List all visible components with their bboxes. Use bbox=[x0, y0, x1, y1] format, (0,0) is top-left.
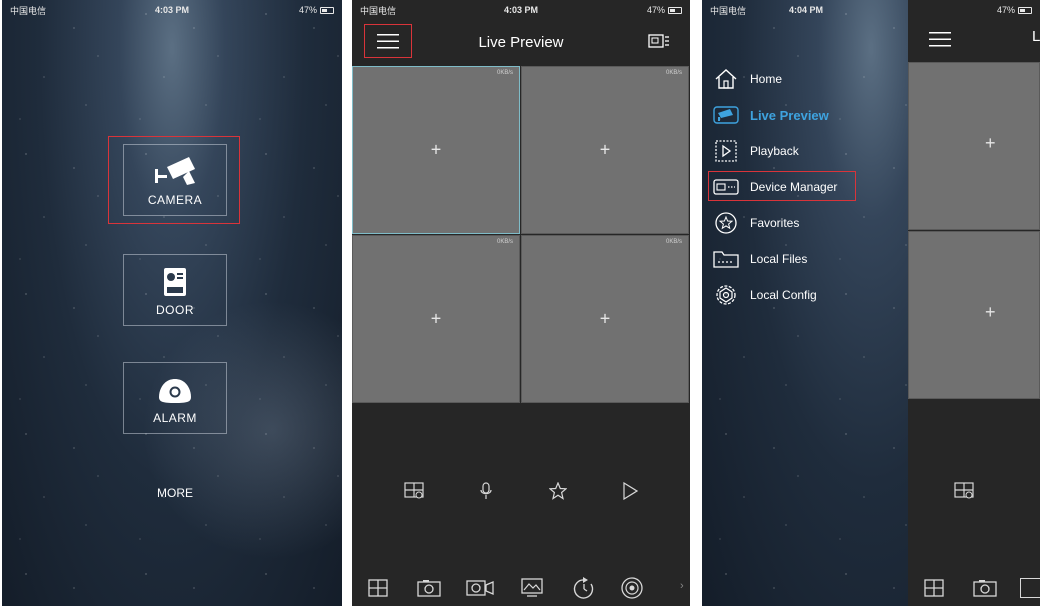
door-icon bbox=[164, 268, 186, 296]
playback-icon bbox=[715, 140, 737, 162]
talk-button[interactable] bbox=[472, 478, 500, 504]
battery-icon bbox=[320, 6, 334, 14]
side-menu-item-label: Home bbox=[750, 72, 783, 86]
status-bar: 中国电信 4:04 PM 47% bbox=[702, 0, 1040, 20]
snapshot-icon bbox=[973, 580, 997, 597]
clock: 4:03 PM bbox=[154, 5, 189, 15]
record-icon bbox=[466, 580, 494, 596]
side-menu-item-live-preview[interactable]: Live Preview bbox=[712, 102, 829, 128]
star-icon bbox=[549, 482, 567, 500]
snapshot-button[interactable] bbox=[414, 576, 444, 600]
live-preview-screen: 中国电信 4:03 PM 47% Live Preview 0KB/s + 0K… bbox=[352, 0, 690, 606]
bitrate-label: 0KB/s bbox=[496, 70, 513, 76]
record-icon[interactable] bbox=[1020, 578, 1040, 598]
page-title: Live Preview bbox=[478, 33, 564, 51]
side-menu-item-label: Playback bbox=[750, 144, 799, 158]
clock: 4:04 PM bbox=[788, 5, 823, 15]
camera-label: CAMERA bbox=[147, 193, 203, 207]
window-split-icon bbox=[404, 482, 424, 499]
home-screen: 中国电信 4:03 PM 47% CAMERA DOOR ALARM MORE bbox=[2, 0, 342, 606]
bitrate-label: 0KB/s bbox=[665, 239, 682, 245]
window-split-button[interactable] bbox=[400, 478, 428, 504]
playback-clock-button[interactable] bbox=[570, 574, 598, 602]
local-config-icon bbox=[716, 285, 736, 305]
device-manager-icon bbox=[713, 179, 739, 195]
bitrate-label: 0KB/s bbox=[665, 70, 682, 76]
add-icon[interactable]: + bbox=[600, 140, 611, 161]
split-screen-icon bbox=[924, 579, 944, 597]
side-menu-item-label: Favorites bbox=[750, 216, 800, 230]
side-menu-item-label: Local Files bbox=[750, 252, 808, 266]
video-window-2[interactable]: 0KB/s + bbox=[521, 66, 689, 234]
home-icon bbox=[715, 69, 737, 89]
battery-icon bbox=[1018, 6, 1032, 14]
add-icon[interactable]: + bbox=[985, 302, 996, 323]
add-icon[interactable]: + bbox=[431, 140, 442, 161]
window-split-icon bbox=[954, 482, 974, 499]
battery-percent: 47% bbox=[996, 5, 1015, 15]
microphone-icon bbox=[480, 482, 492, 499]
side-menu-item-label: Live Preview bbox=[750, 107, 829, 123]
more-button[interactable]: MORE bbox=[123, 486, 227, 500]
side-menu-item-device-manager[interactable]: Device Manager bbox=[712, 174, 837, 200]
window-split-button[interactable] bbox=[950, 478, 978, 504]
live-preview-icon bbox=[713, 106, 739, 124]
hamburger-icon bbox=[377, 34, 399, 49]
fisheye-icon bbox=[621, 577, 643, 599]
split-screen-button[interactable] bbox=[920, 576, 948, 600]
side-menu-item-home[interactable]: Home bbox=[712, 66, 782, 92]
video-device-icon bbox=[648, 34, 669, 48]
door-label: DOOR bbox=[156, 303, 194, 317]
page-title: L bbox=[1032, 28, 1040, 45]
split-screen-button[interactable] bbox=[364, 576, 392, 600]
fisheye-button[interactable] bbox=[618, 574, 646, 602]
record-button[interactable] bbox=[464, 576, 496, 600]
local-files-icon bbox=[713, 251, 739, 268]
video-window-1[interactable]: 0KB/s + bbox=[352, 66, 520, 234]
door-button[interactable]: DOOR bbox=[123, 254, 227, 326]
split-screen-icon bbox=[368, 579, 388, 597]
video-window-4[interactable]: 0KB/s + bbox=[521, 235, 689, 403]
status-bar: 中国电信 4:03 PM 47% bbox=[2, 0, 342, 20]
add-icon[interactable]: + bbox=[600, 309, 611, 330]
alarm-icon bbox=[159, 379, 191, 403]
snapshot-icon bbox=[417, 580, 441, 597]
snapshot-button[interactable] bbox=[970, 576, 1000, 600]
side-menu-item-local-config[interactable]: Local Config bbox=[712, 282, 817, 308]
menu-button[interactable] bbox=[924, 26, 956, 52]
alarm-label: ALARM bbox=[153, 411, 197, 425]
play-icon bbox=[623, 482, 638, 500]
favorites-icon bbox=[715, 212, 737, 234]
bitrate-label: 0KB/s bbox=[496, 239, 513, 245]
side-menu-item-label: Local Config bbox=[750, 288, 817, 302]
side-menu-item-local-files[interactable]: Local Files bbox=[712, 246, 807, 272]
alarm-button[interactable]: ALARM bbox=[123, 362, 227, 434]
side-menu-item-favorites[interactable]: Favorites bbox=[712, 210, 799, 236]
image-adjust-icon bbox=[521, 578, 543, 597]
video-grid: 0KB/s + 0KB/s + 0KB/s + 0KB/s + bbox=[352, 66, 690, 403]
side-menu-item-playback[interactable]: Playback bbox=[712, 138, 799, 164]
battery-icon bbox=[668, 6, 682, 14]
video-window-3[interactable]: + bbox=[908, 231, 1040, 399]
menu-button[interactable] bbox=[370, 28, 406, 54]
side-menu-item-label: Device Manager bbox=[750, 180, 838, 194]
add-icon[interactable]: + bbox=[985, 133, 996, 154]
chevron-right-icon[interactable]: › bbox=[680, 580, 684, 592]
hamburger-icon bbox=[929, 32, 951, 47]
video-window-1[interactable]: + bbox=[908, 62, 1040, 230]
clock: 4:03 PM bbox=[503, 5, 538, 15]
status-bar: 中国电信 4:03 PM 47% bbox=[352, 0, 690, 20]
playback-clock-icon bbox=[573, 577, 594, 599]
play-button[interactable] bbox=[616, 478, 644, 504]
camera-button[interactable]: CAMERA bbox=[123, 144, 227, 216]
image-adjust-button[interactable] bbox=[518, 576, 546, 600]
video-window-3[interactable]: 0KB/s + bbox=[352, 235, 520, 403]
video-device-button[interactable] bbox=[644, 30, 674, 52]
camera-icon bbox=[155, 157, 195, 185]
live-preview-edge[interactable]: + + L bbox=[908, 0, 1040, 606]
favorite-button[interactable] bbox=[544, 478, 572, 504]
side-menu-screen: + + L 中国电信 4:04 PM 47% Home Live Preview… bbox=[702, 0, 1040, 606]
add-icon[interactable]: + bbox=[431, 309, 442, 330]
